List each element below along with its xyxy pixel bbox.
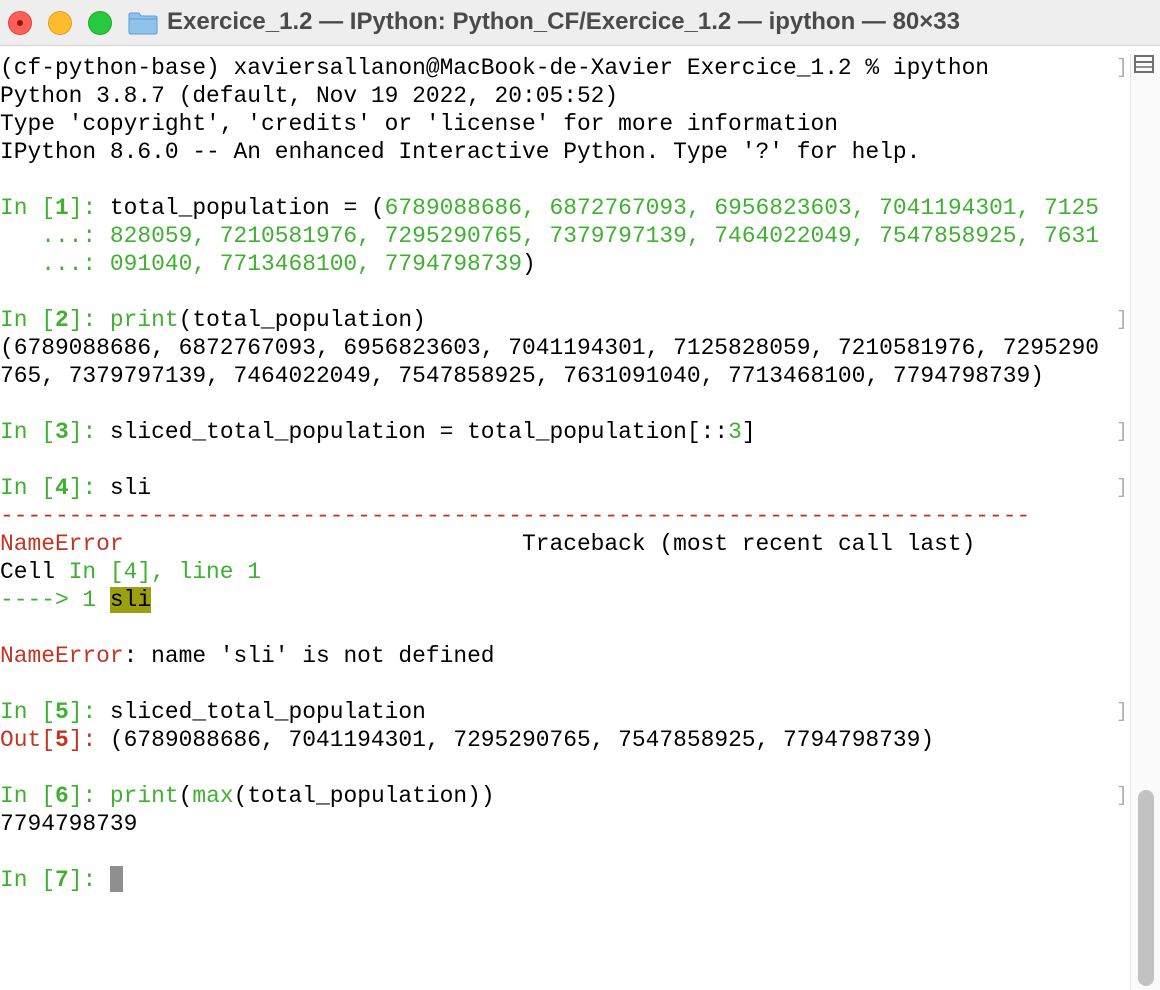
in-prompt-close: ]: bbox=[68, 419, 110, 445]
traceback-header-line: NameError Traceback (most recent call la… bbox=[0, 530, 1128, 558]
prompt-number: 1 bbox=[54, 195, 69, 221]
scrollbar-thumb[interactable] bbox=[1138, 790, 1154, 986]
error-name: NameError bbox=[0, 643, 124, 669]
in-prompt-close: ]: bbox=[68, 783, 110, 809]
traceback-header: Traceback (most recent call last) bbox=[123, 531, 976, 557]
output-line: (6789088686, 6872767093, 6956823603, 704… bbox=[0, 335, 1099, 361]
traceback-arrow-line: ----> 1 sli bbox=[0, 586, 1128, 614]
out-prompt: Out[ bbox=[0, 727, 55, 753]
cell-label: Cell bbox=[0, 559, 69, 585]
in-prompt-close: ]: bbox=[68, 307, 110, 333]
prompt-number: 6 bbox=[54, 783, 69, 809]
continuation-line: ...: 091040, 7713468100, 7794798739) bbox=[0, 250, 1128, 278]
prompt-number: 2 bbox=[54, 307, 69, 333]
line-marker: ] bbox=[1116, 57, 1129, 80]
prompt-number: 4 bbox=[54, 475, 69, 501]
in-prompt: In [ bbox=[0, 307, 55, 333]
out-prompt-close: ]: bbox=[68, 727, 110, 753]
input-line-7[interactable]: In [7]: bbox=[0, 866, 1128, 894]
in-prompt-close: ]: bbox=[68, 475, 110, 501]
code-numbers: 091040, 7713468100, 7794798739 bbox=[109, 251, 523, 277]
window-title: Exercice_1.2 — IPython: Python_CF/Exerci… bbox=[167, 8, 960, 35]
in-prompt: In [ bbox=[0, 195, 55, 221]
line-marker: ] bbox=[1116, 477, 1129, 500]
split-pane-icon[interactable] bbox=[1133, 54, 1155, 74]
text-cursor bbox=[109, 866, 123, 892]
minimize-window-button[interactable] bbox=[48, 11, 72, 35]
input-line-4: In [4]: sli bbox=[0, 474, 1128, 502]
zoom-window-button[interactable] bbox=[88, 11, 112, 35]
code-text: total_population = ( bbox=[109, 195, 385, 221]
banner-line: IPython 8.6.0 -- An enhanced Interactive… bbox=[0, 139, 921, 165]
banner-line: Python 3.8.7 (default, Nov 19 2022, 20:0… bbox=[0, 83, 619, 109]
in-prompt: In [ bbox=[0, 699, 55, 725]
builtin-function: max bbox=[192, 783, 234, 809]
code-numbers: 6789088686, 6872767093, 6956823603, 7041… bbox=[384, 195, 1099, 221]
code-text: ( bbox=[178, 783, 193, 809]
error-name: NameError bbox=[0, 531, 124, 557]
continuation-prompt: ...: bbox=[0, 223, 110, 249]
builtin-function: print bbox=[109, 307, 179, 333]
continuation-line: ...: 828059, 7210581976, 7295290765, 737… bbox=[0, 222, 1128, 250]
input-line-5: In [5]: sliced_total_population bbox=[0, 698, 1128, 726]
input-line-3: In [3]: sliced_total_population = total_… bbox=[0, 418, 1128, 446]
line-marker: ] bbox=[1116, 701, 1129, 724]
line-marker: ] bbox=[1116, 421, 1129, 444]
output-line: 7794798739 bbox=[0, 811, 138, 837]
line-marker: ] bbox=[1116, 309, 1129, 332]
highlighted-code: sli bbox=[109, 587, 152, 613]
input-line-6: In [6]: print(max(total_population)) bbox=[0, 782, 1128, 810]
banner-line: Type 'copyright', 'credits' or 'license'… bbox=[0, 111, 838, 137]
error-colon: : bbox=[123, 643, 138, 669]
cell-reference: In [4], line 1 bbox=[68, 559, 262, 585]
out-number: 5 bbox=[54, 727, 69, 753]
code-number: 3 bbox=[728, 419, 742, 445]
traceback-arrow: ----> 1 bbox=[0, 587, 110, 613]
prompt-number: 3 bbox=[54, 419, 69, 445]
builtin-function: print bbox=[109, 783, 179, 809]
in-prompt: In [ bbox=[0, 867, 55, 893]
terminal-window: Exercice_1.2 — IPython: Python_CF/Exerci… bbox=[0, 0, 1160, 990]
code-text: ] bbox=[741, 419, 756, 445]
input-line-1: In [1]: total_population = (6789088686, … bbox=[0, 194, 1128, 222]
error-message-line: NameError: name 'sli' is not defined bbox=[0, 642, 1128, 670]
continuation-prompt: ...: bbox=[0, 251, 110, 277]
prompt-number: 7 bbox=[54, 867, 69, 893]
title-bar: Exercice_1.2 — IPython: Python_CF/Exerci… bbox=[0, 0, 1160, 46]
in-prompt: In [ bbox=[0, 475, 55, 501]
output-value: (6789088686, 7041194301, 7295290765, 754… bbox=[109, 727, 935, 753]
folder-icon bbox=[128, 12, 158, 35]
code-text: (total_population)) bbox=[233, 783, 495, 809]
in-prompt: In [ bbox=[0, 783, 55, 809]
traceback-cell-line: Cell In [4], line 1 bbox=[0, 558, 1128, 586]
line-marker: ] bbox=[1116, 785, 1129, 808]
in-prompt-close: ]: bbox=[68, 195, 110, 221]
error-message: name 'sli' is not defined bbox=[137, 643, 495, 669]
code-text: sliced_total_population = total_populati… bbox=[109, 419, 729, 445]
traceback-rule: ----------------------------------------… bbox=[0, 503, 1031, 529]
output-line: 765, 7379797139, 7464022049, 7547858925,… bbox=[0, 363, 1044, 389]
close-window-button[interactable] bbox=[8, 11, 32, 35]
in-prompt: In [ bbox=[0, 419, 55, 445]
code-text: ) bbox=[522, 251, 536, 277]
input-line-2: In [2]: print(total_population) bbox=[0, 306, 1128, 334]
code-numbers: 828059, 7210581976, 7295290765, 73797971… bbox=[109, 223, 1099, 249]
in-prompt-close: ]: bbox=[68, 699, 110, 725]
shell-prompt-line: (cf-python-base) xaviersallanon@MacBook-… bbox=[0, 55, 990, 81]
code-text: sli bbox=[109, 475, 152, 501]
terminal-output[interactable]: (cf-python-base) xaviersallanon@MacBook-… bbox=[0, 54, 1128, 984]
prompt-number: 5 bbox=[54, 699, 69, 725]
in-prompt-close: ]: bbox=[68, 867, 110, 893]
output-line-5: Out[5]: (6789088686, 7041194301, 7295290… bbox=[0, 726, 1128, 754]
code-text: (total_population) bbox=[178, 307, 426, 333]
code-text: sliced_total_population bbox=[109, 699, 426, 725]
